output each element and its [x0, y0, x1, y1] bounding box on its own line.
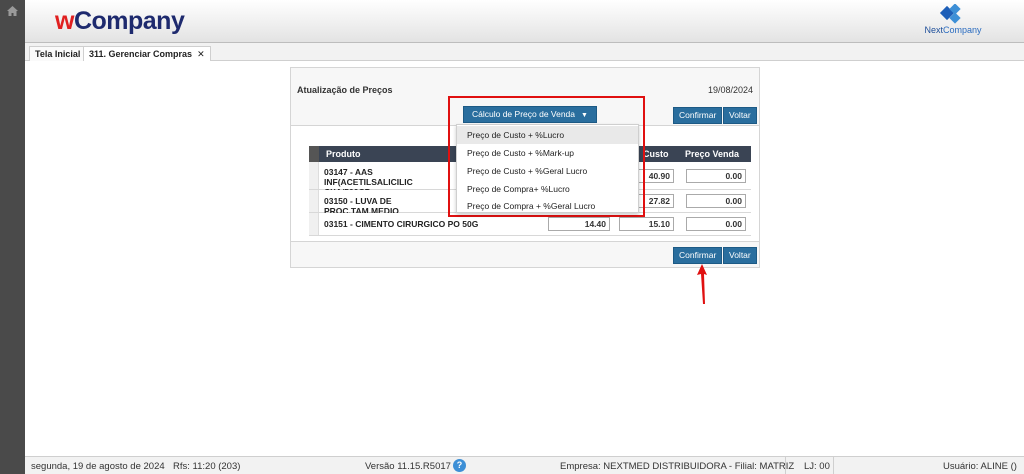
status-lj: LJ: 00 — [804, 461, 830, 472]
sale-price-input[interactable]: 0.00 — [686, 194, 746, 208]
sale-price-input[interactable]: 0.00 — [686, 217, 746, 231]
price-calc-dropdown-menu: Preço de Custo + %Lucro Preço de Custo +… — [456, 124, 639, 213]
menu-item-custo-markup[interactable]: Preço de Custo + %Mark-up — [457, 144, 638, 162]
diamond-logo-icon — [939, 3, 961, 24]
red-arrow-icon — [697, 264, 707, 304]
tab-gerenciar-compras[interactable]: 311. Gerenciar Compras ✕ — [83, 46, 211, 61]
sale-price-input[interactable]: 0.00 — [686, 169, 746, 183]
left-rail — [0, 0, 25, 474]
menu-item-compra-lucro[interactable]: Preço de Compra+ %Lucro — [457, 180, 638, 198]
app-header: wCompany NextCompany — [25, 0, 1024, 43]
menu-item-compra-geral-lucro[interactable]: Preço de Compra + %Geral Lucro — [457, 197, 638, 215]
status-date: segunda, 19 de agosto de 2024 — [31, 461, 165, 472]
header-sale-price: Preço Venda — [685, 149, 740, 159]
nextcompany-text: NextCompany — [924, 25, 982, 35]
status-version: Versão 11.15.R5017 — [365, 461, 451, 472]
price-calc-dropdown-button[interactable]: Cálculo de Preço de Venda ▼ — [463, 106, 597, 123]
tab-home[interactable]: Tela Inicial — [29, 46, 87, 61]
help-icon[interactable]: ? — [453, 459, 466, 472]
back-button-bottom[interactable]: Voltar — [723, 247, 757, 264]
status-company: Empresa: NEXTMED DISTRIBUIDORA - Filial:… — [560, 461, 795, 472]
wcompany-logo: wCompany — [55, 7, 185, 35]
product-name: 03151 - CIMENTO CIRURGICO PO 50G — [324, 219, 479, 229]
caret-down-icon: ▼ — [581, 112, 588, 119]
confirm-button-top[interactable]: Confirmar — [673, 107, 723, 124]
status-rfs: Rfs: 11:20 (203) — [173, 461, 241, 472]
status-bar: segunda, 19 de agosto de 2024 Rfs: 11:20… — [25, 456, 1024, 474]
header-cost: Custo — [643, 149, 669, 159]
panel-title: Atualização de Preços — [297, 85, 393, 95]
close-icon[interactable]: ✕ — [197, 49, 205, 59]
menu-item-custo-geral-lucro[interactable]: Preço de Custo + %Geral Lucro — [457, 162, 638, 180]
header-product: Produto — [326, 149, 361, 159]
panel-date: 19/08/2024 — [707, 85, 753, 95]
home-icon[interactable] — [7, 6, 18, 16]
back-button-top[interactable]: Voltar — [723, 107, 757, 124]
tab-bar: Tela Inicial 311. Gerenciar Compras ✕ — [25, 43, 1024, 61]
cost-input[interactable]: 15.10 — [619, 217, 674, 231]
status-user: Usuário: ALINE () — [943, 461, 1017, 472]
purchase-price-input[interactable]: 14.40 — [548, 217, 610, 231]
menu-item-custo-lucro[interactable]: Preço de Custo + %Lucro — [457, 126, 638, 144]
nextcompany-logo: NextCompany — [922, 3, 984, 38]
